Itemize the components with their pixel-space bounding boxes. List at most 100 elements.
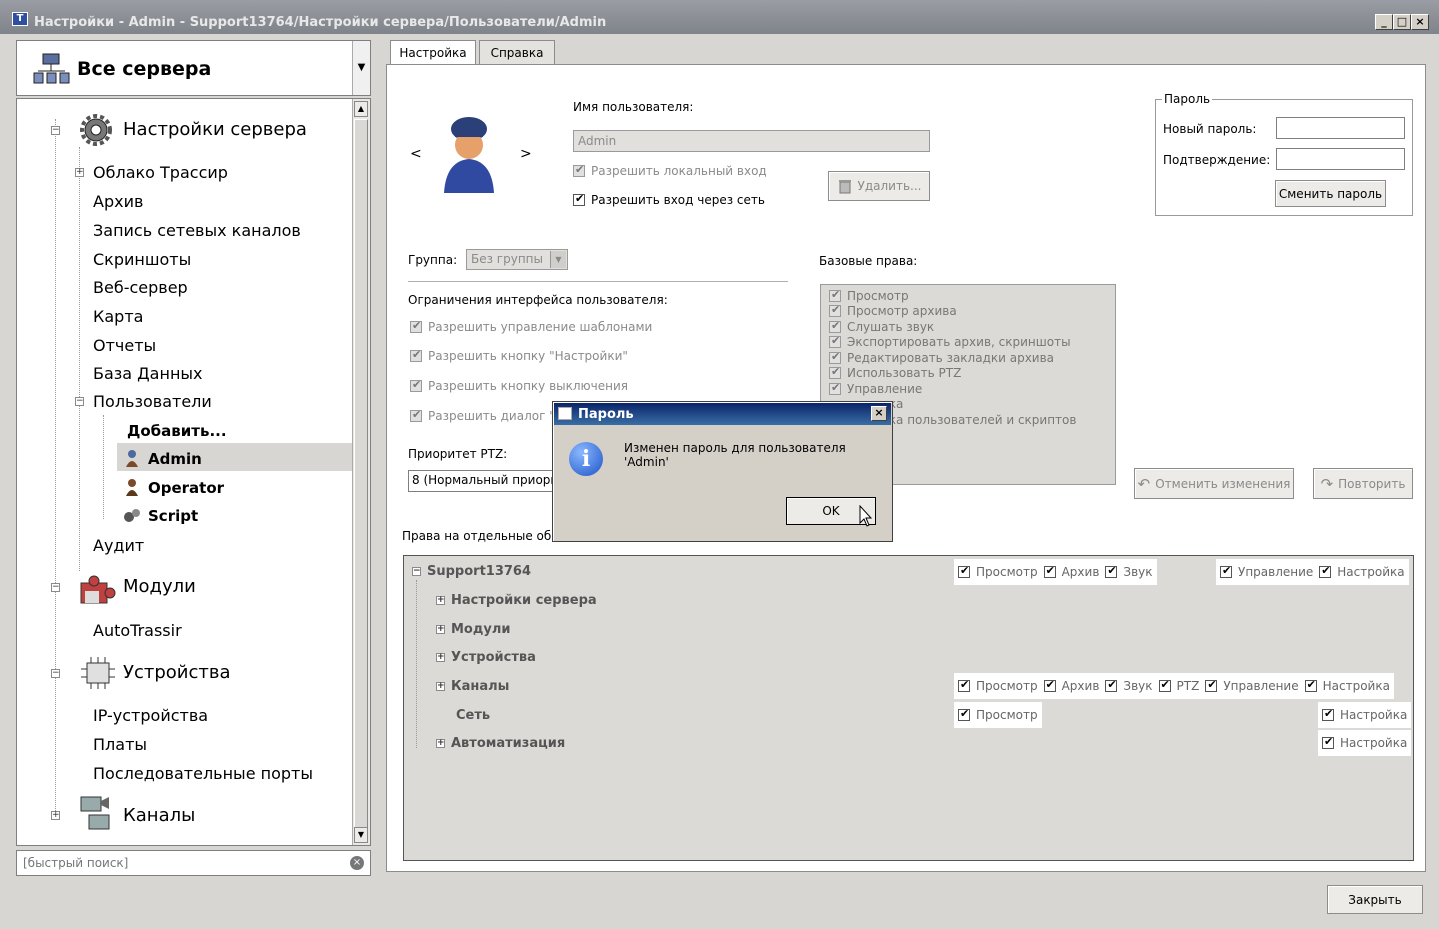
- allow-network-checkbox[interactable]: [573, 192, 585, 206]
- tree-item-operator[interactable]: Operator: [148, 479, 224, 497]
- new-password-input[interactable]: [1276, 117, 1405, 139]
- quick-search[interactable]: ×: [16, 850, 371, 876]
- ptz-priority-select[interactable]: 8 (Нормальный приори: [408, 470, 558, 492]
- tree-item-web-server[interactable]: Веб-сервер: [93, 278, 188, 297]
- tree-item-modules[interactable]: Модули: [123, 576, 196, 597]
- limit-checkbox[interactable]: [410, 348, 422, 362]
- prev-user-button[interactable]: <: [410, 146, 422, 162]
- tree-item-users[interactable]: Пользователи: [93, 392, 212, 411]
- perm-checkbox[interactable]: [1043, 678, 1056, 692]
- object-row-label[interactable]: Сеть: [456, 708, 490, 723]
- perm-checkbox[interactable]: [1043, 564, 1056, 578]
- object-row-label[interactable]: Каналы: [451, 679, 509, 694]
- tree-item-network-recording[interactable]: Запись сетевых каналов: [93, 221, 301, 240]
- next-user-button[interactable]: >: [520, 146, 532, 162]
- expand-icon[interactable]: +: [436, 653, 445, 662]
- expand-icon[interactable]: +: [436, 682, 445, 691]
- chevron-down-icon[interactable]: ▼: [550, 251, 566, 268]
- collapse-icon[interactable]: −: [51, 126, 60, 135]
- tree-item-reports[interactable]: Отчеты: [93, 336, 156, 355]
- tree-item-database[interactable]: База Данных: [93, 364, 203, 383]
- close-window-button[interactable]: ×: [1411, 14, 1429, 30]
- puzzle-icon: [80, 575, 116, 604]
- expand-icon[interactable]: +: [436, 625, 445, 634]
- object-row-label[interactable]: Устройства: [451, 650, 536, 665]
- tree-item-admin[interactable]: Admin: [148, 450, 202, 468]
- right-checkbox[interactable]: [829, 381, 841, 395]
- limit-checkbox[interactable]: [410, 408, 422, 422]
- tree-item-server-settings[interactable]: Настройки сервера: [123, 119, 307, 140]
- tree-item-script[interactable]: Script: [148, 507, 198, 525]
- minimize-button[interactable]: _: [1375, 14, 1393, 30]
- perm-checkbox[interactable]: [958, 707, 970, 721]
- scroll-up-icon[interactable]: ▲: [354, 101, 368, 117]
- scroll-thumb[interactable]: [354, 119, 368, 839]
- object-rights-tree[interactable]: − Support13764 + Настройки сервера + Модул…: [403, 555, 1414, 861]
- scroll-down-icon[interactable]: ▼: [354, 827, 368, 843]
- expand-icon[interactable]: +: [51, 811, 60, 820]
- perm-checkbox[interactable]: [1304, 678, 1317, 692]
- tree-item-screenshots[interactable]: Скриншоты: [93, 250, 191, 269]
- object-root[interactable]: Support13764: [427, 564, 531, 579]
- tree-item-archive[interactable]: Архив: [93, 192, 143, 211]
- search-input[interactable]: [21, 852, 341, 874]
- right-checkbox[interactable]: [829, 365, 841, 379]
- limit-label: Разрешить кнопку выключения: [428, 379, 628, 393]
- perm-checkbox[interactable]: [1205, 678, 1218, 692]
- expand-icon[interactable]: +: [436, 739, 445, 748]
- tree-item-audit[interactable]: Аудит: [93, 536, 144, 555]
- server-selector[interactable]: Все сервера ▼: [16, 40, 371, 96]
- perm-checkbox[interactable]: [1105, 678, 1118, 692]
- tree-item-cloud[interactable]: Облако Трассир: [93, 163, 228, 182]
- tab-help[interactable]: Справка: [479, 40, 555, 66]
- tree-item-devices[interactable]: Устройства: [123, 662, 231, 683]
- collapse-icon[interactable]: −: [51, 583, 60, 592]
- perm-checkbox[interactable]: [1322, 707, 1334, 721]
- group-select[interactable]: Без группы ▼: [466, 249, 568, 270]
- perm-checkbox[interactable]: [1220, 564, 1232, 578]
- collapse-icon[interactable]: −: [412, 567, 421, 576]
- tree-item-add-user[interactable]: Добавить...: [127, 422, 227, 440]
- tree-scrollbar[interactable]: ▲ ▼: [352, 99, 370, 845]
- username-field[interactable]: Admin: [573, 130, 930, 152]
- collapse-icon[interactable]: −: [51, 669, 60, 678]
- expand-icon[interactable]: +: [75, 168, 84, 177]
- tree-item-map[interactable]: Карта: [93, 307, 143, 326]
- perm-checkbox[interactable]: [958, 564, 970, 578]
- right-checkbox[interactable]: [829, 303, 841, 317]
- settings-tree[interactable]: − Настройки сервера + Облако Трассир Арх…: [16, 98, 371, 846]
- object-row-label[interactable]: Модули: [451, 622, 510, 637]
- perm-checkbox[interactable]: [1105, 564, 1118, 578]
- perm-checkbox[interactable]: [1319, 564, 1332, 578]
- object-row-label[interactable]: Автоматизация: [451, 736, 565, 751]
- expand-icon[interactable]: +: [436, 596, 445, 605]
- confirm-password-input[interactable]: [1276, 148, 1405, 170]
- tree-item-serial-ports[interactable]: Последовательные порты: [93, 764, 313, 783]
- object-row-label[interactable]: Настройки сервера: [451, 593, 597, 608]
- tree-item-boards[interactable]: Платы: [93, 735, 147, 754]
- right-checkbox[interactable]: [829, 288, 841, 302]
- allow-local-checkbox[interactable]: [573, 163, 585, 177]
- clear-search-icon[interactable]: ×: [350, 856, 364, 870]
- perm-checkbox[interactable]: [958, 678, 970, 692]
- tree-item-channels[interactable]: Каналы: [123, 805, 195, 826]
- right-checkbox[interactable]: [829, 334, 841, 348]
- maximize-button[interactable]: □: [1393, 14, 1411, 30]
- tree-item-ip-devices[interactable]: IP-устройства: [93, 706, 208, 725]
- undo-changes-button[interactable]: ↶ Отменить изменения: [1134, 468, 1294, 499]
- dialog-close-button[interactable]: ×: [871, 406, 887, 421]
- perm-checkbox[interactable]: [1158, 678, 1171, 692]
- perm-checkbox[interactable]: [1322, 735, 1334, 749]
- limit-checkbox[interactable]: [410, 319, 422, 333]
- tree-item-autotrassir[interactable]: AutoTrassir: [93, 621, 182, 640]
- right-checkbox[interactable]: [829, 319, 841, 333]
- close-button[interactable]: Закрыть: [1327, 885, 1423, 914]
- chevron-down-icon[interactable]: ▼: [352, 41, 370, 95]
- redo-button[interactable]: ↷ Повторить: [1313, 468, 1413, 499]
- change-password-button[interactable]: Сменить пароль: [1275, 180, 1386, 207]
- undo-label: Отменить изменения: [1155, 476, 1291, 491]
- delete-user-button[interactable]: Удалить...: [828, 171, 930, 201]
- limit-checkbox[interactable]: [410, 378, 422, 392]
- collapse-icon[interactable]: −: [75, 397, 84, 406]
- right-checkbox[interactable]: [829, 350, 841, 364]
